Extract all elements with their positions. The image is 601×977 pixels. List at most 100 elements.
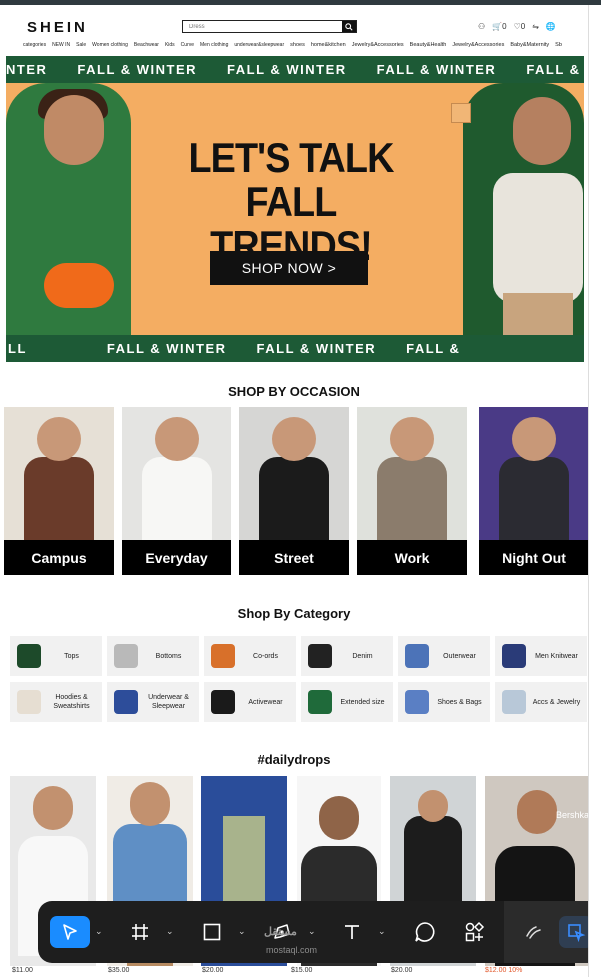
category-tops[interactable]: Tops [10,636,102,676]
shape-tool-button[interactable] [196,916,228,948]
category-underwear[interactable]: Underwear & Sleepwear [107,682,199,722]
model-left-image [6,83,131,335]
occasion-card-work[interactable]: Work [357,407,467,575]
category-bottoms[interactable]: Bottoms [107,636,199,676]
chevron-down-icon[interactable]: ⌄ [238,926,246,937]
category-label: Men Knitwear [535,652,578,660]
category-nav: categories NEW IN Sale Women clothing Be… [23,42,562,48]
nav-item[interactable]: home&kitchen [311,42,346,48]
chevron-down-icon[interactable]: ⌄ [308,926,316,937]
nav-item[interactable]: NEW IN [52,42,70,48]
category-title: Shop By Category [237,606,351,621]
search-button[interactable] [342,21,356,32]
price-tag-decoration [451,103,471,123]
resources-tool-icon [465,921,485,942]
drop-price: $11.00 [12,967,33,974]
category-denim[interactable]: Denim [301,636,393,676]
globe-icon[interactable]: 🌐 [546,22,556,31]
category-shoes-bags[interactable]: Shoes & Bags [398,682,490,722]
dev-mode-icon [568,924,586,942]
nav-item[interactable]: Beachwear [134,42,159,48]
occasion-card-campus[interactable]: Campus [4,407,114,575]
category-label: Co-ords [253,652,278,660]
category-label: Shoes & Bags [437,698,482,706]
category-extended-size[interactable]: Extended size [301,682,393,722]
toolbar-right-section [504,901,601,963]
nav-item[interactable]: Sale [76,42,86,48]
draw-tool-button[interactable] [518,916,550,948]
category-label: Accs & Jewelry [532,698,581,706]
nav-item[interactable]: Sb [555,42,562,48]
category-co-ords[interactable]: Co-ords [204,636,296,676]
occasion-label: Street [239,540,349,575]
frame-tool-button[interactable] [124,916,156,948]
ribbon-text: FALL & WINTER [526,62,584,77]
activewear-icon [211,690,235,714]
nav-item[interactable]: Jewelry&Accessories [352,42,404,48]
window-right-edge [588,5,601,977]
nav-item[interactable]: underwear&sleepwear [234,42,284,48]
extended-size-icon [308,690,332,714]
search-input[interactable] [183,21,342,32]
ribbon-top: NTER FALL & WINTER FALL & WINTER FALL & … [6,56,584,83]
outerwear-icon [405,644,429,668]
drop-price: $20.00 [391,967,413,974]
shop-now-button[interactable]: SHOP NOW > [210,251,368,285]
nav-item[interactable]: Jewelry&Accessories [452,42,504,48]
category-label: Hoodies & Sweatshirts [53,694,90,710]
nav-item[interactable]: Men clothing [200,42,228,48]
occasion-card-everyday[interactable]: Everyday [122,407,231,575]
nav-item[interactable]: Kids [165,42,175,48]
heart-icon[interactable]: ♡0 [514,22,526,31]
denim-icon [308,644,332,668]
design-toolbar: ⌄ ⌄ ⌄ ⌄ ⌄ [38,901,601,963]
chevron-down-icon[interactable]: ⌄ [95,926,103,937]
co-ords-icon [211,644,235,668]
comment-tool-button[interactable] [408,916,442,948]
bershka-tag: Bershka [556,810,588,820]
occasion-card-night-out[interactable]: Night Out [479,407,589,575]
tops-icon [17,644,41,668]
resources-tool-button[interactable] [458,916,492,948]
text-tool-icon [345,925,359,939]
drop-price: $35.00 [108,967,130,974]
occasion-label: Everyday [122,540,231,575]
occasion-label: Campus [4,540,114,575]
occasion-card-street[interactable]: Street [239,407,349,575]
occasion-title: SHOP BY OCCASION [228,384,360,399]
category-hoodies[interactable]: Hoodies & Sweatshirts [10,682,102,722]
ribbon-text: FALL & WINTER [77,62,198,77]
ribbon-text: LL [8,341,27,356]
category-label: Denim [352,652,373,660]
user-icon[interactable]: ⚇ [478,22,485,31]
chevron-down-icon[interactable]: ⌄ [378,926,386,937]
chevron-down-icon[interactable]: ⌄ [166,926,174,937]
shape-tool-icon [203,923,221,941]
drop-price: $20.00 [202,967,224,974]
search-bar[interactable] [182,20,357,33]
move-tool-button[interactable] [50,916,90,948]
nav-item[interactable]: Women clothing [92,42,128,48]
shoes-icon [405,690,429,714]
daily-drops-title: #dailydrops [257,752,331,767]
ribbon-bottom: LL FALL & WINTER FALL & WINTER FALL & [6,335,584,362]
text-tool-button[interactable] [336,916,368,948]
category-men-knitwear[interactable]: Men Knitwear [495,636,587,676]
cart-icon[interactable]: 🛒0 [492,22,506,31]
bottoms-icon [114,644,138,668]
search-icon [345,22,353,31]
nav-item[interactable]: Baby&Maternity [510,42,549,48]
shein-logo[interactable]: SHEIN [27,19,88,36]
frame-tool-icon [132,924,148,940]
category-outerwear[interactable]: Outerwear [398,636,490,676]
category-activewear[interactable]: Activewear [204,682,296,722]
share-icon[interactable]: ⇋ [532,22,539,31]
hero-banner[interactable]: NTER FALL & WINTER FALL & WINTER FALL & … [6,56,584,362]
nav-item[interactable]: Beauty&Health [410,42,447,48]
nav-item[interactable]: categories [23,42,46,48]
nav-item[interactable]: Curve [181,42,194,48]
nav-item[interactable]: shoes [290,42,305,48]
category-label: Outerwear [443,652,476,660]
comment-tool-icon [415,922,435,942]
category-accs-jewelry[interactable]: Accs & Jewelry [495,682,587,722]
